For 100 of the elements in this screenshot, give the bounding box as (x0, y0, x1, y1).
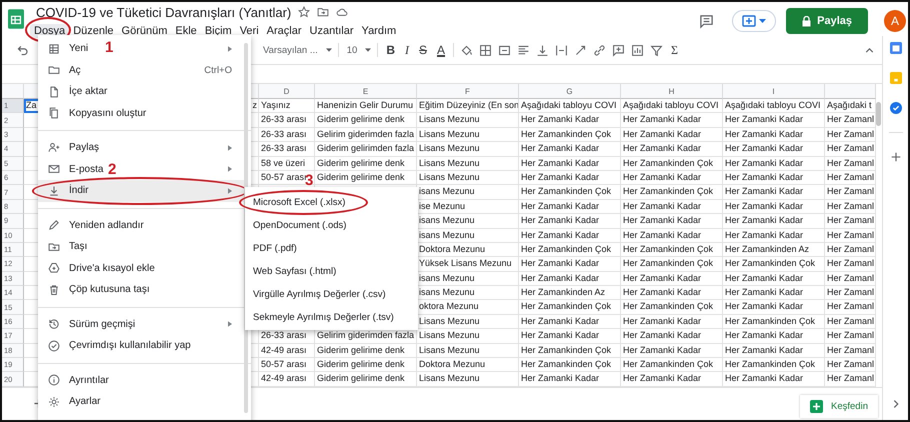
caret-icon[interactable] (365, 48, 372, 52)
tasks-icon[interactable] (890, 102, 902, 114)
column-header[interactable]: H (621, 84, 723, 99)
paint-bucket-icon[interactable] (460, 44, 474, 56)
menu-bar-item[interactable]: Biçim (200, 24, 236, 38)
submenu-item[interactable]: PDF (.pdf) (245, 237, 418, 260)
submenu-item[interactable]: Microsoft Excel (.xlsx) (245, 191, 418, 214)
format-button[interactable]: S (417, 43, 430, 57)
menu-item[interactable]: Çevrimdışı kullanılabilir yap (38, 335, 195, 356)
rotate-icon[interactable] (574, 44, 588, 56)
table-cell: Her Zamanki Kadar (723, 170, 825, 186)
menu-item[interactable]: Yeniden adlandır (38, 214, 148, 236)
comment-icon[interactable] (699, 14, 714, 28)
menu-item[interactable]: Çöp kutusuna taşı (38, 279, 154, 300)
menu-bar-item[interactable]: Görünüm (118, 24, 172, 38)
table-cell: 26-33 arası (259, 113, 315, 128)
table-cell: Her Zamanki Kadar (723, 228, 825, 243)
submenu-item[interactable]: OpenDocument (.ods) (245, 214, 418, 237)
star-icon[interactable] (298, 6, 310, 18)
font-dropdown[interactable]: Varsayılan ... (261, 44, 320, 56)
menu-bar-item[interactable]: Uzantılar (306, 24, 358, 38)
menu-item[interactable]: Aç (38, 60, 85, 81)
table-cell: Her Zamanki Kadar (723, 128, 825, 142)
table-cell: Lisans Mezunu (417, 113, 519, 128)
caret-icon[interactable] (326, 48, 332, 52)
menu-bar-item[interactable]: Düzenle (69, 24, 118, 38)
chart-icon[interactable] (631, 44, 644, 56)
menu-item[interactable]: Ayrıntılar (38, 370, 113, 391)
menu-item[interactable]: Drive'a kısayol ekle (38, 258, 159, 279)
table-cell: Giderim gelirime denk (315, 156, 417, 171)
table-cell: Her Zamanki Kadar (621, 344, 723, 358)
table-cell: Her Zamanki Kadar (519, 214, 621, 229)
submenu-item[interactable]: Virgülle Ayrılmış Değerler (.csv) (245, 283, 418, 306)
table-cell: Her Zamanki Kadar (723, 300, 825, 315)
table-cell: Hanenizin Gelir Durumu (315, 99, 417, 114)
user-avatar[interactable]: A (884, 10, 906, 32)
info-icon (48, 374, 60, 386)
menu-bar-item[interactable]: Araçlar (262, 24, 306, 38)
plus-square-icon (810, 400, 824, 414)
menu-item[interactable]: Taşı (38, 236, 92, 258)
table-cell: Her Zamankinden Çok (723, 358, 825, 372)
table-cell: Her Zamanki Kadar (723, 372, 825, 387)
table-cell: 50-57 arası (259, 358, 315, 372)
menu-bar-item[interactable]: Veri (236, 24, 263, 38)
explore-button[interactable]: Keşfedin (800, 395, 878, 418)
table-cell: Aşağıdaki tabloyu COVI (519, 99, 621, 114)
table-cell: Her Zamanki Kadar (519, 200, 621, 214)
table-cell: Her Zamanki Kadar (519, 142, 621, 157)
calendar-icon[interactable] (890, 42, 902, 54)
submenu-item[interactable]: Sekmeyle Ayrılmış Değerler (.tsv) (245, 306, 418, 329)
menu-item[interactable]: İndir (38, 180, 92, 202)
menu-item[interactable]: Ayarlar (38, 391, 104, 412)
spreadsheet-logo-icon[interactable] (8, 9, 24, 29)
present-button[interactable] (732, 10, 776, 32)
menu-item[interactable]: Paylaş (38, 137, 104, 158)
submenu-item[interactable]: Web Sayfası (.html) (245, 260, 418, 283)
comment-plus-icon[interactable] (612, 44, 626, 56)
lock-icon (802, 16, 812, 26)
merge-icon[interactable] (498, 44, 512, 56)
column-header[interactable]: E (315, 84, 417, 99)
table-cell: Giderim gelirime denk (315, 344, 417, 358)
person-plus-icon (48, 142, 60, 154)
align-bottom-icon[interactable] (536, 44, 550, 56)
menu-bar-item[interactable]: Yardım (358, 24, 400, 38)
align-left-icon[interactable] (517, 44, 530, 56)
column-header[interactable]: F (417, 84, 519, 99)
column-header[interactable]: G (519, 84, 621, 99)
format-button[interactable]: B (384, 43, 397, 57)
menu-item[interactable]: Yeni (38, 38, 92, 60)
menu-item[interactable]: E-posta (38, 158, 108, 180)
table-cell: Her Zamanki Kadar (723, 200, 825, 214)
table-cell: Her Zamanki Kadar (621, 228, 723, 243)
table-cell: Her Zamanl (825, 272, 876, 286)
undo-icon[interactable] (16, 44, 29, 56)
column-header[interactable]: I (723, 84, 825, 99)
menu-bar-item[interactable]: Ekle (171, 24, 201, 38)
shortcut-text: Ctrl+O (204, 64, 232, 76)
functions-button[interactable]: Σ (669, 42, 680, 58)
table-cell: Giderim gelirime denk (315, 113, 417, 128)
document-title[interactable]: COVID-19 ve Tüketici Davranışları (Yanıtlar) (36, 4, 292, 20)
font-size-dropdown[interactable]: 10 (344, 44, 360, 56)
filter-icon[interactable] (650, 44, 664, 56)
borders-icon[interactable] (479, 44, 492, 56)
table-cell: Aşağıdaki tabloyu COVI (723, 99, 825, 114)
cloud-icon[interactable] (336, 6, 348, 18)
column-header[interactable]: D (259, 84, 315, 99)
add-icon[interactable] (890, 151, 902, 163)
annotation-number: 1 (105, 40, 114, 55)
wrap-icon[interactable] (555, 44, 568, 56)
format-button[interactable]: A (435, 43, 448, 57)
format-button[interactable]: I (403, 42, 411, 58)
scrollbar-thumb[interactable] (876, 102, 881, 126)
table-cell: 58 ve üzeri (259, 156, 315, 171)
folder-arrow-icon[interactable] (317, 6, 330, 18)
table-cell: Her Zamanki Kadar (621, 286, 723, 300)
share-button[interactable]: Paylaş (786, 8, 868, 34)
table-cell: Giderim gelirime denk (315, 358, 417, 372)
link-icon[interactable] (593, 44, 606, 56)
table-cell: Her Zamanl (825, 329, 876, 344)
menu-item[interactable]: Sürüm geçmişi (38, 314, 140, 335)
